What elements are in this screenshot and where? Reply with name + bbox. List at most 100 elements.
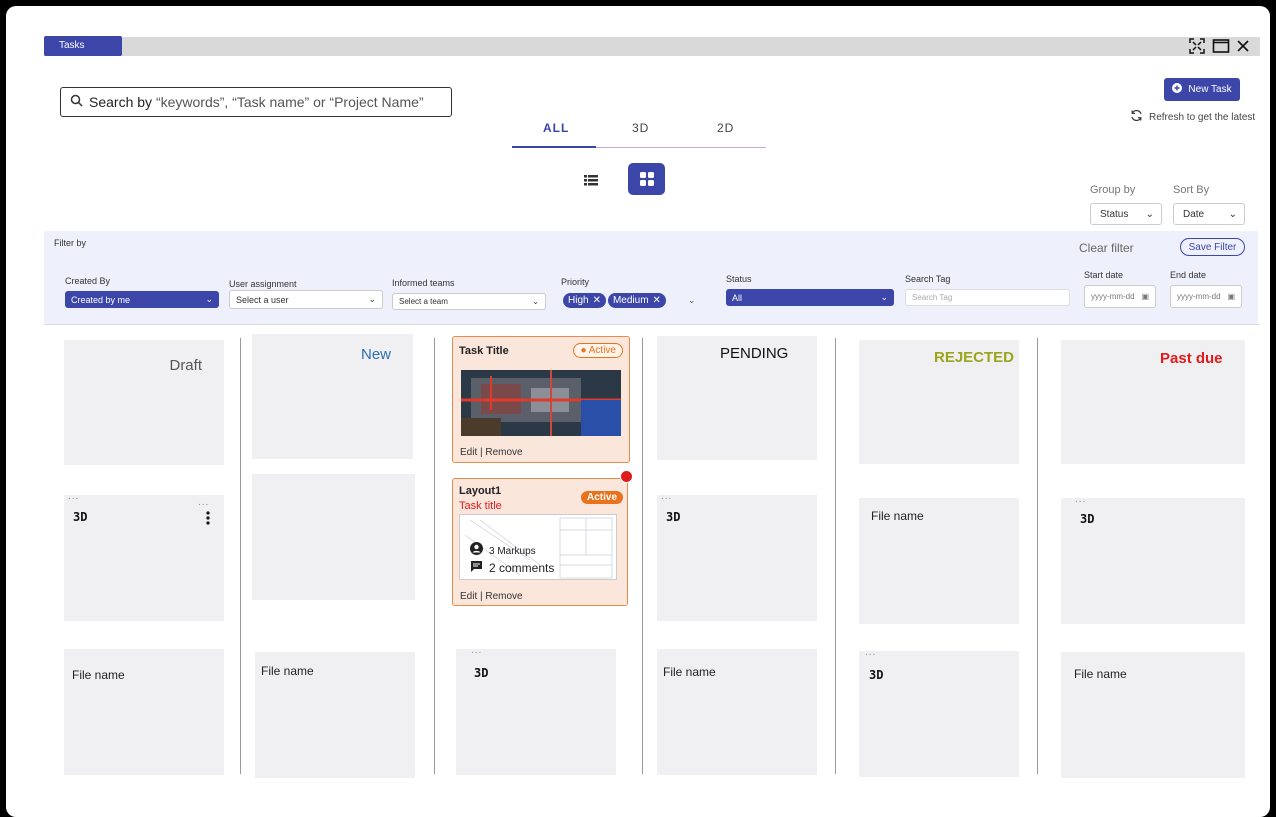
group-by-select[interactable]: Status ⌄ [1090, 203, 1162, 225]
close-icon[interactable]: ✕ [653, 295, 661, 306]
chevron-down-icon: ⌄ [205, 294, 213, 304]
markups-label: 3 Markups [489, 545, 536, 557]
clear-filter-link[interactable]: Clear filter [1079, 241, 1134, 255]
column-header-card: Past due [1061, 340, 1245, 464]
more-dots: ... [661, 491, 673, 502]
file-name-label: File name [663, 665, 716, 679]
task-card-actions[interactable]: Edit | Remove [460, 591, 523, 602]
card-3d-label: 3D [474, 666, 489, 680]
close-icon[interactable]: ✕ [593, 295, 601, 306]
active-tab-indicator [512, 146, 596, 148]
tab-tasks[interactable]: Tasks [44, 36, 122, 56]
chevron-down-icon: ⌄ [1145, 208, 1154, 220]
task-card[interactable]: Layout1 Task title Active 3 Markups 2 co… [452, 478, 628, 606]
file-card[interactable]: ... 3D [859, 647, 1019, 777]
tab-2d[interactable]: 2D [717, 121, 734, 135]
save-filter-button[interactable]: Save Filter [1180, 238, 1245, 256]
filter-panel: Filter by Clear filter Save Filter Creat… [44, 231, 1258, 324]
file-name-label: File name [261, 664, 314, 678]
status-badge: Active [580, 491, 623, 504]
end-date-label: End date [1170, 270, 1207, 280]
markups-count: 3 Markups [470, 542, 536, 560]
title-bar [44, 37, 1260, 56]
calendar-icon[interactable]: ▣ [1141, 292, 1149, 301]
chevron-down-icon: ⌄ [1228, 208, 1237, 220]
chevron-down-icon: ⌄ [880, 292, 888, 302]
maximize-icon[interactable] [1212, 38, 1230, 54]
priority-chip-medium[interactable]: Medium ✕ [607, 293, 666, 308]
priority-label: Priority [561, 277, 590, 287]
window-controls [1188, 37, 1250, 55]
created-by-select[interactable]: Created by me ⌄ [65, 291, 219, 308]
column-header-card: PENDING [657, 336, 817, 460]
task-thumbnail [461, 370, 621, 436]
column-header-card: REJECTED [859, 340, 1019, 464]
card-3d-label: 3D [869, 668, 884, 682]
fullscreen-icon[interactable] [1188, 37, 1206, 55]
informed-teams-select[interactable]: Select a team ⌄ [392, 293, 546, 310]
search-prefix: Search by [89, 94, 156, 110]
plus-circle-icon [1172, 83, 1183, 96]
refresh-link[interactable]: Refresh to get the latest [1130, 109, 1255, 125]
file-card[interactable]: ... 3D [456, 645, 616, 775]
calendar-icon[interactable]: ▣ [1227, 292, 1235, 301]
refresh-icon [1130, 109, 1143, 125]
panel-divider [44, 324, 1260, 325]
file-name-label: File name [72, 668, 125, 682]
file-card[interactable]: File name [1061, 652, 1245, 778]
more-dots: ... [68, 491, 80, 502]
start-date-input[interactable]: yyyy-mm-dd ▣ [1084, 285, 1156, 308]
task-card-title: Layout1 [459, 485, 502, 497]
search-tag-label: Search Tag [905, 274, 951, 284]
status-badge-label: Active [588, 345, 616, 356]
grid-icon [639, 172, 654, 186]
start-date-placeholder: yyyy-mm-dd [1091, 292, 1135, 301]
column-header-card: Draft [64, 340, 224, 465]
search-tag-placeholder: Search Tag [912, 293, 953, 302]
more-dots: ... [1075, 494, 1087, 505]
file-card[interactable]: File name [657, 649, 817, 775]
task-card-actions[interactable]: Edit | Remove [460, 447, 523, 458]
more-dots: ... [865, 647, 877, 658]
view-tabs: ALL 3D 2D [512, 121, 766, 148]
new-task-label: New Task [1188, 84, 1232, 95]
comments-label: 2 comments [489, 561, 555, 575]
sort-by-value: Date [1183, 208, 1205, 220]
sort-by-select[interactable]: Date ⌄ [1173, 203, 1245, 225]
tab-3d[interactable]: 3D [632, 121, 649, 135]
search-placeholder: “keywords”, “Task name” or “Project Name… [155, 94, 424, 110]
priority-chip-high[interactable]: High ✕ [563, 293, 606, 308]
search-tag-input[interactable]: Search Tag [905, 289, 1070, 306]
card-3d-label: 3D [73, 510, 88, 524]
user-assignment-select[interactable]: Select a user ⌄ [229, 290, 383, 309]
file-card[interactable]: File name [255, 652, 415, 778]
end-date-input[interactable]: yyyy-mm-dd ▣ [1170, 285, 1242, 308]
file-card[interactable]: ... 3D [1061, 494, 1245, 624]
column-separator [642, 338, 643, 774]
file-card[interactable]: File name [859, 498, 1019, 624]
column-separator [434, 338, 435, 774]
close-icon[interactable] [1236, 39, 1250, 53]
list-view-button[interactable] [582, 172, 606, 192]
end-date-placeholder: yyyy-mm-dd [1177, 292, 1221, 301]
file-card[interactable] [252, 474, 415, 600]
file-card[interactable]: File name [64, 649, 224, 775]
informed-teams-placeholder: Select a team [399, 297, 448, 306]
tab-all[interactable]: ALL [543, 121, 569, 135]
file-card[interactable]: ... ... 3D [64, 491, 224, 621]
task-board-window: Tasks Search by “keywords”, “Task name” … [6, 6, 1270, 817]
column-separator [240, 338, 241, 774]
task-card[interactable]: Task Title ● Active Edit | Remove [452, 336, 630, 463]
column-title-pending: PENDING [720, 345, 789, 362]
created-by-value: Created by me [71, 294, 131, 305]
kebab-menu-icon[interactable] [206, 511, 210, 530]
status-label: Status [726, 274, 752, 284]
status-select[interactable]: All ⌄ [726, 289, 894, 306]
priority-select[interactable]: High ✕ Medium ✕ ⌄ [563, 293, 695, 308]
new-task-button[interactable]: New Task [1164, 78, 1240, 101]
comments-count: 2 comments [470, 559, 554, 577]
column-title-draft: Draft [169, 357, 202, 374]
search-input[interactable]: Search by “keywords”, “Task name” or “Pr… [60, 87, 452, 117]
file-card[interactable]: ... 3D [657, 491, 817, 621]
grid-view-button[interactable] [628, 163, 665, 195]
